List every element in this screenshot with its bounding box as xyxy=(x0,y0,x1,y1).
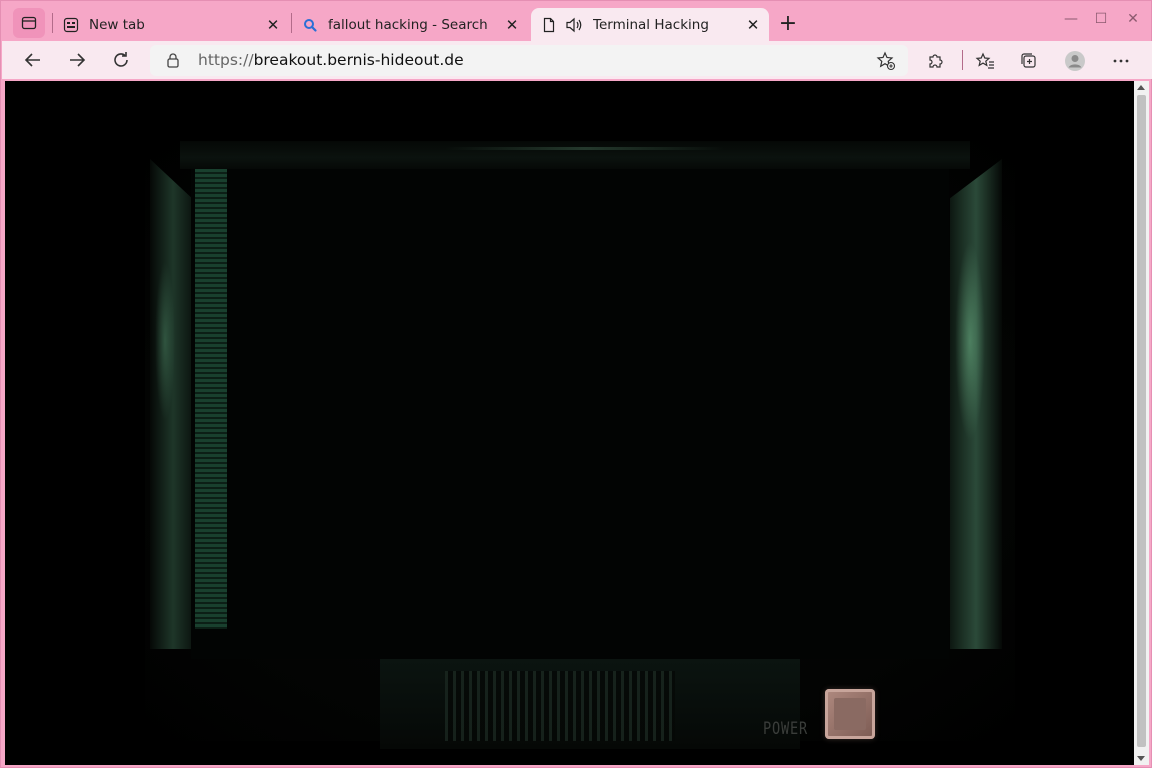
browser-toolbar: https://breakout.bernis-hideout.de xyxy=(2,41,1152,79)
speaker-icon[interactable] xyxy=(565,17,583,33)
add-favorite-icon[interactable] xyxy=(876,51,896,71)
url-host: breakout.bernis-hideout.de xyxy=(253,51,464,69)
url-text[interactable]: https://breakout.bernis-hideout.de xyxy=(198,51,464,69)
monitor-left-highlight xyxy=(155,261,175,421)
page-icon xyxy=(543,17,555,33)
browser-window: New tab ✕ fallout hacking - Search ✕ Ter… xyxy=(0,0,1152,768)
tab-terminal-hacking[interactable]: Terminal Hacking ✕ xyxy=(531,8,769,41)
plus-icon: + xyxy=(778,11,798,36)
extensions-button[interactable] xyxy=(925,50,947,72)
toolbar-separator xyxy=(962,50,963,70)
scroll-up-arrow-icon[interactable] xyxy=(1137,85,1145,90)
monitor-led-strip xyxy=(195,169,227,629)
refresh-icon xyxy=(114,52,128,67)
scroll-down-arrow-icon[interactable] xyxy=(1137,756,1145,761)
maximize-button[interactable]: ☐ xyxy=(1091,11,1111,31)
new-tab-button[interactable]: + xyxy=(775,11,801,37)
tab-label: fallout hacking - Search xyxy=(328,16,488,33)
avatar-icon xyxy=(1065,51,1085,71)
page-content: POWER xyxy=(5,81,1134,765)
url-scheme: https:// xyxy=(198,51,254,69)
close-tab-icon[interactable]: ✕ xyxy=(265,16,281,34)
scrollbar-thumb[interactable] xyxy=(1137,95,1146,747)
tab-strip: New tab ✕ fallout hacking - Search ✕ Ter… xyxy=(1,1,1152,41)
puzzle-icon xyxy=(929,54,943,68)
tab-new-tab[interactable]: New tab ✕ xyxy=(55,8,289,41)
favorites-star-icon xyxy=(975,52,994,69)
search-icon xyxy=(304,19,317,32)
back-arrow-icon xyxy=(24,53,40,67)
address-bar[interactable]: https://breakout.bernis-hideout.de xyxy=(150,45,908,76)
tab-label: Terminal Hacking xyxy=(593,16,709,33)
favorites-button[interactable] xyxy=(974,50,996,72)
power-label: POWER xyxy=(763,719,808,739)
lock-icon[interactable] xyxy=(166,52,180,68)
collections-icon xyxy=(1021,53,1036,68)
power-button-face xyxy=(834,698,866,730)
vertical-scrollbar[interactable] xyxy=(1134,81,1149,765)
close-window-button[interactable]: ✕ xyxy=(1123,11,1143,31)
profile-button[interactable] xyxy=(1064,50,1086,72)
tab-separator xyxy=(52,13,53,33)
tab-search[interactable]: fallout hacking - Search ✕ xyxy=(294,8,528,41)
monitor-right-highlight xyxy=(955,241,985,441)
monitor-top-bezel xyxy=(180,141,970,169)
power-button[interactable] xyxy=(825,689,875,739)
back-button[interactable] xyxy=(21,49,45,71)
forward-button[interactable] xyxy=(65,49,89,71)
tab-actions-button[interactable] xyxy=(13,8,45,38)
close-tab-icon[interactable]: ✕ xyxy=(745,16,761,34)
refresh-button[interactable] xyxy=(109,49,133,71)
collections-button[interactable] xyxy=(1018,50,1040,72)
close-tab-icon[interactable]: ✕ xyxy=(504,16,520,34)
tab-separator xyxy=(291,13,292,33)
forward-arrow-icon xyxy=(70,53,86,67)
tab-actions-icon xyxy=(21,16,37,30)
monitor-top-glow xyxy=(445,147,725,150)
minimize-button[interactable]: — xyxy=(1061,11,1081,31)
terminal-screen[interactable] xyxy=(191,169,949,659)
monitor-vent xyxy=(445,671,675,741)
ellipsis-icon xyxy=(1113,59,1129,63)
tab-label: New tab xyxy=(89,16,145,33)
more-menu-button[interactable] xyxy=(1110,50,1132,72)
new-tab-page-icon xyxy=(63,17,79,33)
